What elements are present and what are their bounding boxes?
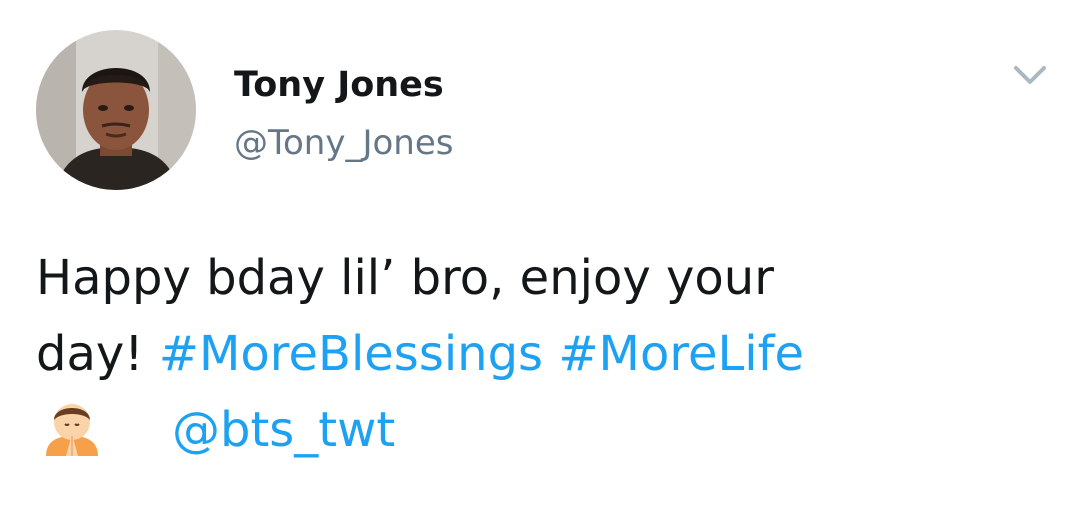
person-with-folded-hands-emoji — [36, 398, 108, 458]
author-handle[interactable]: @Tony_Jones — [234, 120, 453, 166]
tweet-card: Tony Jones @Tony_Jones Happy bday lil’ b… — [0, 0, 1080, 516]
tweet-text-line-2: day! #MoreBlessings #MoreLife — [36, 316, 1046, 392]
hashtag-link[interactable]: #MoreLife — [558, 326, 804, 382]
tweet-text: Happy bday lil’ bro, enjoy your day! #Mo… — [36, 240, 1046, 468]
hashtag-link[interactable]: #MoreBlessings — [159, 326, 543, 382]
avatar[interactable] — [36, 30, 196, 190]
tweet-text-plain: day! — [36, 326, 159, 382]
mention-link[interactable]: @bts_twt — [172, 402, 395, 458]
avatar-photo — [36, 30, 196, 190]
chevron-down-icon[interactable] — [1008, 58, 1052, 90]
tweet-text-line-3: @bts_twt — [36, 392, 1046, 468]
tweet-text-line-1: Happy bday lil’ bro, enjoy your — [36, 250, 774, 306]
author-display-name[interactable]: Tony Jones — [234, 62, 444, 108]
